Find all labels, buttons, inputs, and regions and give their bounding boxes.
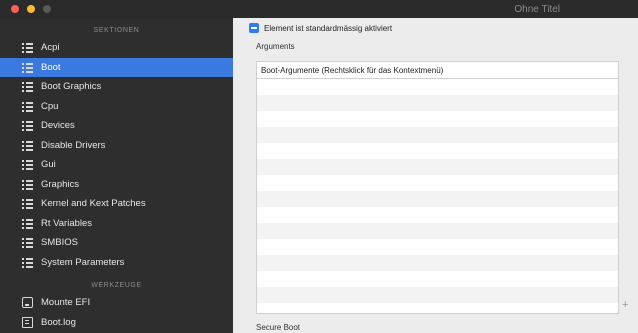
list-icon [22,42,33,53]
sidebar-item-label: Boot [41,62,61,73]
sidebar-item-rt-variables[interactable]: Rt Variables [0,214,233,233]
sidebar-item-label: Acpi [41,42,60,53]
table-row[interactable] [257,111,618,127]
arguments-label: Arguments [256,42,295,51]
table-row[interactable] [257,207,618,223]
sidebar-item-label: Rt Variables [41,218,93,229]
table-row[interactable] [257,287,618,303]
sidebar-item-acpi[interactable]: Acpi [0,38,233,57]
sidebar-item-graphics[interactable]: Graphics [0,175,233,194]
sidebar-item-smbios[interactable]: SMBIOS [0,233,233,252]
sidebar: SEKTIONEN Acpi Boot Boot Graphics Cpu De… [0,18,233,333]
default-enabled-checkbox[interactable] [249,23,259,33]
sidebar-item-label: Kernel and Kext Patches [41,198,146,209]
list-icon [22,140,33,151]
list-icon [22,159,33,170]
secure-boot-label: Secure Boot [256,323,301,332]
sidebar-item-kernel-and-kext-patches[interactable]: Kernel and Kext Patches [0,194,233,213]
sidebar-item-label: Cpu [41,101,59,112]
minimize-window-button[interactable] [27,5,35,13]
table-header[interactable]: Boot-Argumente (Rechtsklick für das Kont… [257,62,618,79]
table-row[interactable] [257,223,618,239]
sidebar-item-boot[interactable]: Boot [0,58,233,77]
boot-arguments-table[interactable]: Boot-Argumente (Rechtsklick für das Kont… [256,61,619,314]
disk-icon [22,297,33,308]
sidebar-item-mount-efi[interactable]: Mounte EFI [0,293,233,312]
document-icon [22,317,33,328]
default-enabled-label: Element ist standardmässig aktiviert [264,23,393,33]
sidebar-item-label: Mounte EFI [41,297,91,308]
table-row[interactable] [257,175,618,191]
sidebar-item-label: Boot.log [41,317,76,328]
table-row[interactable] [257,143,618,159]
zoom-window-button[interactable] [43,5,51,13]
sections-header: SEKTIONEN [93,27,140,34]
title-bar[interactable]: Ohne Titel [0,0,638,18]
list-icon [22,198,33,209]
sidebar-item-label: Gui [41,159,56,170]
list-icon [22,257,33,268]
sidebar-item-label: Graphics [41,179,80,190]
table-row[interactable] [257,79,618,95]
table-row[interactable] [257,239,618,255]
sidebar-item-disable-drivers[interactable]: Disable Drivers [0,136,233,155]
table-row[interactable] [257,303,618,313]
list-icon [22,62,33,73]
sidebar-item-boot-log[interactable]: Boot.log [0,313,233,332]
sidebar-item-system-parameters[interactable]: System Parameters [0,253,233,272]
close-window-button[interactable] [11,5,19,13]
table-row[interactable] [257,95,618,111]
sidebar-item-label: SMBIOS [41,237,78,248]
sidebar-item-label: Disable Drivers [41,140,106,151]
list-icon [22,218,33,229]
main-panel: Element ist standardmässig aktiviert Arg… [233,18,638,333]
app-window: Ohne Titel SEKTIONEN Acpi Boot Boot Grap… [0,0,638,333]
tools-header: WERKZEUGE [91,282,142,289]
sidebar-item-cpu[interactable]: Cpu [0,97,233,116]
default-enabled-row[interactable]: Element ist standardmässig aktiviert [249,23,392,33]
table-row[interactable] [257,159,618,175]
sidebar-item-label: Devices [41,120,75,131]
table-row[interactable] [257,271,618,287]
sidebar-item-label: Boot Graphics [41,81,102,92]
list-icon [22,101,33,112]
list-icon [22,120,33,131]
table-row[interactable] [257,191,618,207]
sidebar-item-gui[interactable]: Gui [0,155,233,174]
list-icon [22,179,33,190]
list-icon [22,237,33,248]
table-row[interactable] [257,127,618,143]
sidebar-item-devices[interactable]: Devices [0,116,233,135]
sidebar-item-boot-graphics[interactable]: Boot Graphics [0,77,233,96]
window-title: Ohne Titel [514,4,560,15]
sidebar-item-label: System Parameters [41,257,125,268]
list-icon [22,81,33,92]
table-row[interactable] [257,255,618,271]
add-argument-button[interactable]: + [622,299,628,311]
